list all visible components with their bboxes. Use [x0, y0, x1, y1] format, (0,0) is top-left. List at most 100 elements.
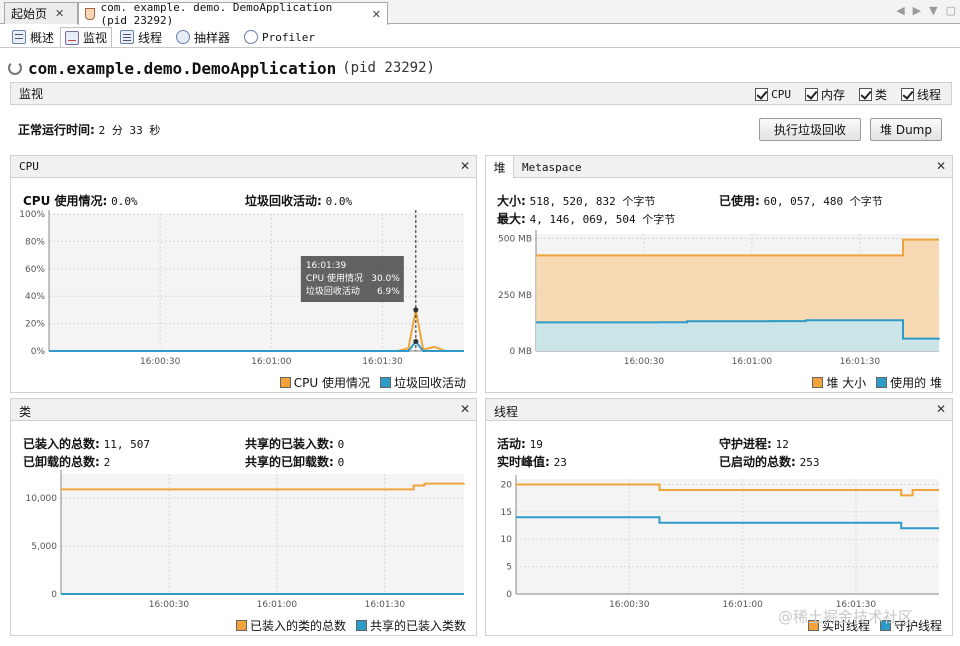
loading-spinner-icon [8, 61, 22, 75]
toggle-cpu-label: CPU [771, 88, 791, 101]
threads-chart: 0510152016:00:30 16:01:00 16:01:30 [501, 475, 939, 610]
y-tick-label: 0% [31, 347, 46, 357]
chevron-right-icon[interactable]: ▶ [913, 4, 921, 17]
tab-overview-label: 概述 [30, 30, 55, 45]
toggle-classes-label: 类 [874, 88, 887, 102]
classes-legend: 已装入的类的总数 共享的已装入类数 [235, 617, 466, 634]
tab-application[interactable]: com. example. demo. DemoApplication (pid… [78, 1, 388, 27]
y-tick-label: 40% [25, 292, 45, 302]
x-tick-label: 16:00:30 [149, 600, 190, 610]
monitor-toggles: CPU 内存 类 线程 [755, 86, 941, 103]
checkbox-checked[interactable] [858, 88, 872, 101]
tab-application-label: com. example. demo. DemoApplication (pid… [100, 1, 333, 27]
legend-label: 已装入的类的总数 [249, 619, 346, 633]
cpu-panel: CPU ✕ CPU 使用情况: 0.0% 垃圾回收活动: 0.0% 0% 20% 4… [10, 155, 477, 393]
y-tick-label: 100% [19, 210, 45, 220]
legend-swatch [379, 377, 391, 388]
plot-area [61, 474, 464, 594]
legend-used-heap: 使用的 堆 [876, 374, 942, 391]
legend-gc-activity: 垃圾回收活动 [379, 374, 466, 391]
tab-monitor[interactable]: 监视 [60, 27, 113, 47]
clock-icon [244, 30, 258, 44]
checkbox-checked[interactable] [804, 88, 818, 101]
x-tick-label: 16:01:00 [251, 357, 292, 367]
checkbox-checked[interactable] [900, 88, 914, 101]
legend-shared-classes: 共享的已装入类数 [355, 617, 466, 634]
maximize-icon[interactable]: ▢ [946, 4, 956, 17]
visualvm-window: 起始页 ✕ com. example. demo. DemoApplicatio… [0, 0, 960, 646]
close-icon[interactable]: ✕ [372, 8, 381, 21]
tab-sampler[interactable]: 抽样器 [172, 27, 234, 47]
heap-legend: 堆 大小 使用的 堆 [812, 374, 942, 391]
y-tick-label: 500 MB [498, 235, 532, 245]
toggle-memory[interactable]: 内存 [804, 86, 845, 103]
y-tick-label: 250 MB [498, 291, 532, 301]
tab-threads-label: 线程 [138, 30, 163, 45]
x-tick-label: 16:00:30 [624, 357, 665, 367]
legend-swatch [279, 377, 291, 388]
legend-label: 垃圾回收活动 [393, 376, 466, 390]
toggle-cpu[interactable]: CPU [755, 86, 791, 103]
tab-profiler[interactable]: Profiler [240, 27, 319, 47]
toggle-classes[interactable]: 类 [858, 86, 887, 103]
x-tick-label: 16:01:30 [365, 600, 406, 610]
view-tab-bar: 概述 监视 线程 抽样器 Profiler [0, 26, 960, 48]
legend-label: 使用的 堆 [890, 376, 942, 390]
tab-overview[interactable]: 概述 [8, 27, 58, 47]
uptime-value: 2 分 33 秒 [98, 124, 161, 137]
tooltip-value: 30.0% [371, 274, 400, 284]
x-tick-label: 16:01:00 [722, 600, 763, 610]
close-icon[interactable]: ✕ [55, 7, 64, 20]
uptime-label: 正常运行时间: [18, 123, 95, 137]
perform-gc-button[interactable]: 执行垃圾回收 [759, 118, 861, 141]
y-tick-label: 0 [506, 590, 512, 600]
y-tick-label: 60% [25, 265, 45, 275]
legend-cpu-usage: CPU 使用情况 [279, 374, 370, 391]
chevron-left-icon[interactable]: ◀ [896, 4, 904, 17]
sampler-icon [176, 30, 190, 44]
heap-dump-button[interactable]: 堆 Dump [870, 118, 942, 141]
chevron-down-icon[interactable]: ▼ [929, 4, 937, 17]
tab-threads[interactable]: 线程 [116, 27, 166, 47]
y-tick-label: 5,000 [31, 542, 57, 552]
y-tick-label: 15 [501, 508, 512, 518]
checkbox-checked[interactable] [755, 88, 769, 101]
x-tick-label: 16:01:00 [732, 357, 773, 367]
toggle-threads[interactable]: 线程 [900, 86, 941, 103]
legend-swatch [876, 377, 888, 388]
y-tick-label: 20% [25, 320, 45, 330]
tab-start-label: 起始页 [11, 7, 48, 21]
y-tick-label: 0 MB [509, 347, 532, 357]
x-tick-label: 16:01:00 [257, 600, 298, 610]
document-tab-bar: 起始页 ✕ com. example. demo. DemoApplicatio… [0, 0, 960, 27]
legend-swatch [812, 377, 824, 388]
coffee-cup-icon [85, 8, 96, 20]
cpu-chart: 0% 20% 40% 60% 80% 100% 16:00:30 16:01:00 16:01:… [19, 210, 464, 367]
series-area [536, 320, 939, 351]
y-tick-label: 10 [501, 535, 513, 545]
x-tick-label: 16:00:30 [609, 600, 650, 610]
threads-panel: 线程 ✕ 活动: 19 守护进程: 12 实时峰值: 23 已启动的总数: 25… [485, 398, 953, 636]
legend-label: 堆 大小 [826, 376, 867, 390]
toggle-memory-label: 内存 [820, 88, 845, 102]
tooltip: 16:01:39CPU 使用情况 30.0% 垃圾回收活动 6.9% [300, 256, 404, 302]
threads-icon [120, 30, 134, 44]
classes-chart: 0 5,000 10,000 16:00:30 16:01:00 16:01:30 [26, 470, 465, 610]
legend-swatch [235, 620, 247, 631]
x-tick-label: 16:01:30 [840, 357, 881, 367]
legend-heap-size: 堆 大小 [812, 374, 866, 391]
page-title-row: com.example.demo.DemoApplication (pid 23… [8, 58, 435, 78]
tab-monitor-label: 监视 [83, 31, 108, 45]
legend-swatch [355, 620, 367, 631]
tab-sampler-label: 抽样器 [194, 30, 231, 45]
heap-panel: 堆 Metaspace ✕ 大小: 518, 520, 832 个字节 已使用:… [485, 155, 953, 393]
tab-navigation: ◀ ▶ ▼ ▢ [896, 4, 956, 17]
tab-start-page[interactable]: 起始页 ✕ [4, 2, 78, 24]
x-tick-label: 16:01:30 [362, 357, 403, 367]
hover-point [413, 307, 419, 313]
monitor-icon [65, 30, 79, 45]
y-tick-label: 5 [506, 563, 512, 573]
hover-point [413, 339, 419, 345]
classes-panel: 类 ✕ 已装入的总数: 11, 507 共享的已装入数: 0 已卸载的总数: 2… [10, 398, 477, 636]
legend-label: CPU 使用情况 [293, 376, 370, 390]
